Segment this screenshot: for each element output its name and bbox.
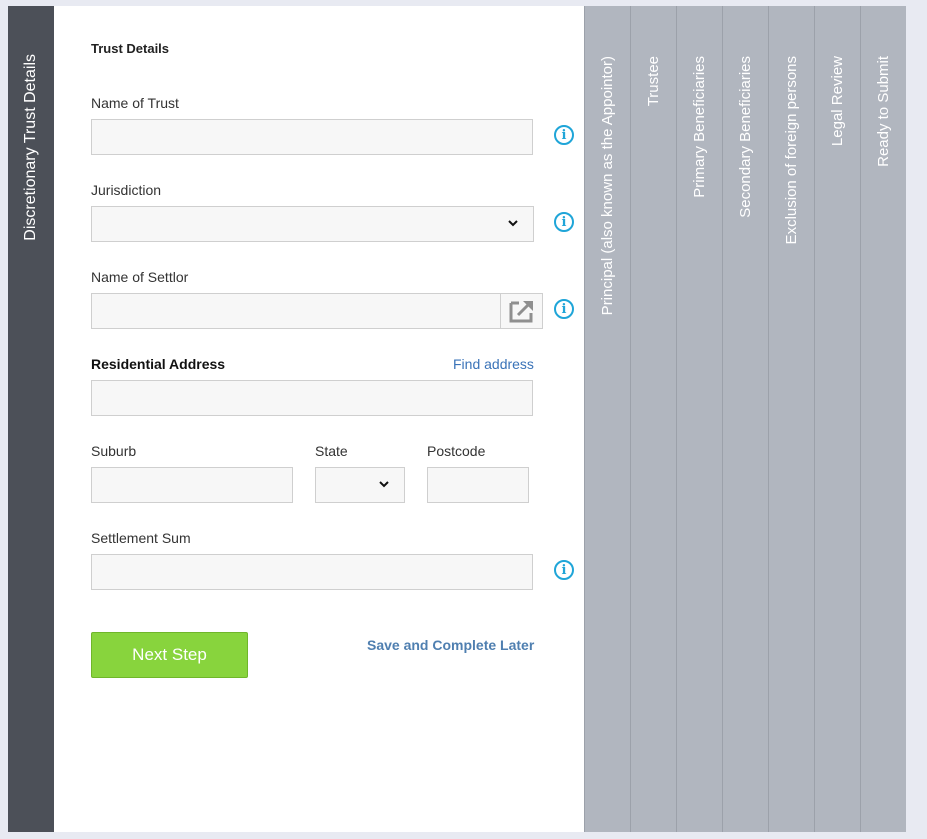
chevron-down-icon [379,481,389,488]
step-tab-secondary-beneficiaries[interactable]: Secondary Beneficiaries [722,6,768,832]
settlement-sum-input[interactable] [91,554,533,590]
external-link-icon [509,300,533,323]
name-of-settlor-label: Name of Settlor [91,269,189,285]
jurisdiction-label: Jurisdiction [91,182,162,198]
step-tab-legal-review[interactable]: Legal Review [814,6,860,832]
settlement-sum-label: Settlement Sum [91,530,191,546]
step-tab-primary-beneficiaries[interactable]: Primary Beneficiaries [676,6,722,832]
step-tab-exclusion-foreign-persons[interactable]: Exclusion of foreign persons [768,6,814,832]
step-label: Exclusion of foreign persons [783,56,800,245]
current-step-tab[interactable]: Discretionary Trust Details [8,6,54,832]
name-of-trust-input[interactable] [91,119,533,155]
chevron-down-icon [508,220,518,227]
postcode-label: Postcode [427,443,486,459]
suburb-input[interactable] [91,467,293,503]
name-of-trust-label: Name of Trust [91,95,179,111]
step-tab-principal[interactable]: Principal (also known as the Appointor) [584,6,630,832]
current-step-label: Discretionary Trust Details [22,54,39,241]
name-of-settlor-input[interactable] [91,293,543,329]
name-of-settlor-info-icon[interactable]: i [554,299,574,319]
settlor-lookup-button[interactable] [500,294,542,328]
residential-address-label: Residential Address [91,356,226,372]
step-label: Ready to Submit [875,56,892,167]
save-and-complete-later-link[interactable]: Save and Complete Later [367,637,534,653]
jurisdiction-select[interactable] [91,206,534,242]
form-panel: Trust Details Name of Trust i Jurisdicti… [54,6,584,832]
suburb-label: Suburb [91,443,137,459]
step-label: Secondary Beneficiaries [737,56,754,218]
jurisdiction-info-icon[interactable]: i [554,212,574,232]
step-label: Principal (also known as the Appointor) [599,56,616,316]
settlement-sum-info-icon[interactable]: i [554,560,574,580]
step-label: Primary Beneficiaries [691,56,708,198]
find-address-link[interactable]: Find address [453,356,534,372]
step-tab-trustee[interactable]: Trustee [630,6,676,832]
step-tab-ready-to-submit[interactable]: Ready to Submit [860,6,906,832]
wizard-frame: Discretionary Trust Details Trust Detail… [8,6,906,832]
residential-address-input[interactable] [91,380,533,416]
step-label: Legal Review [829,56,846,147]
postcode-input[interactable] [427,467,529,503]
name-of-trust-info-icon[interactable]: i [554,125,574,145]
state-select[interactable] [315,467,405,503]
next-step-button[interactable]: Next Step [91,632,248,678]
step-label: Trustee [645,56,662,107]
section-title: Trust Details [91,41,170,56]
wizard-steps: Principal (also known as the Appointor) … [584,6,906,832]
state-label: State [315,443,348,459]
